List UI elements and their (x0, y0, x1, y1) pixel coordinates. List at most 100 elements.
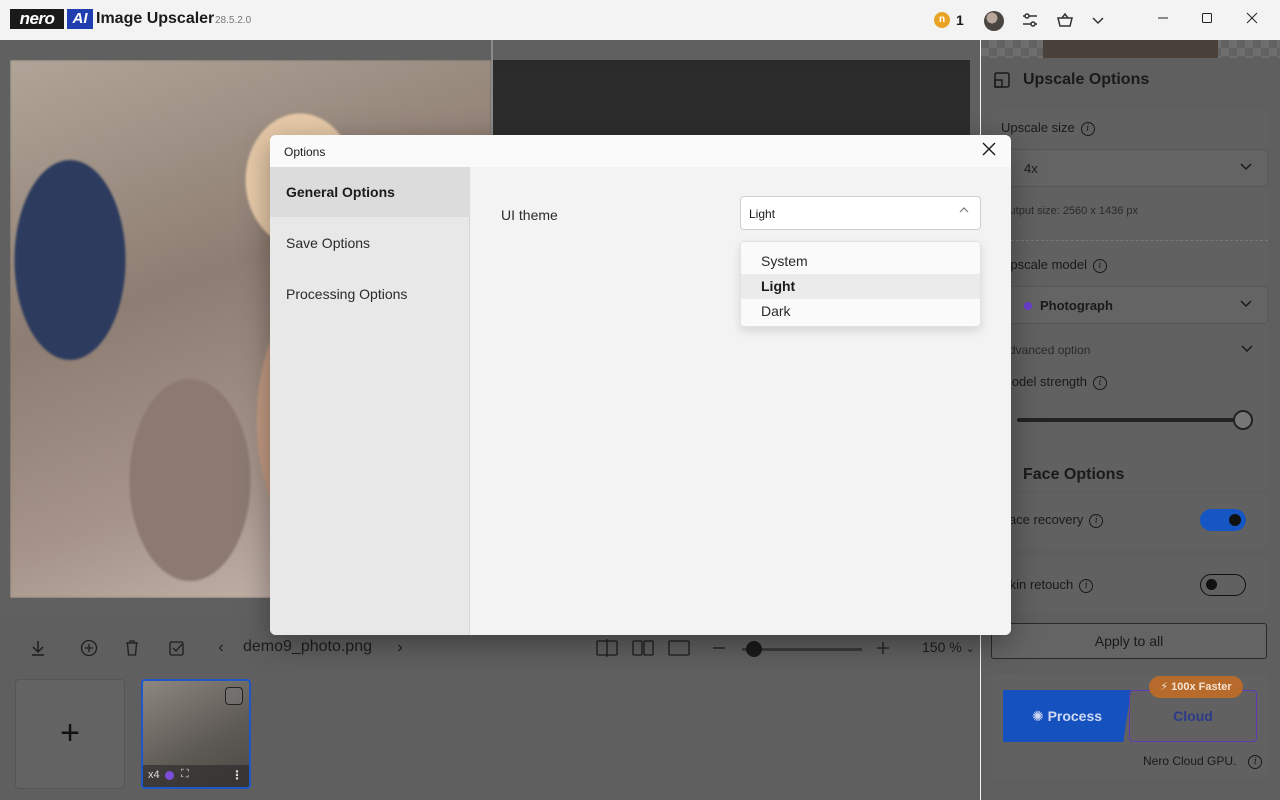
upscale-options-card: Upscale size i 4x Output size: 2560 x 143… (991, 110, 1268, 490)
thumbnail-info-bar: x4 ⛶ ⋮ (143, 765, 249, 787)
options-dialog: Options General Options Save Options Pro… (270, 135, 1011, 635)
chevron-down-icon[interactable] (1089, 11, 1107, 29)
title-bar: nero AI Image Upscaler 28.5.2.0 n 1 (0, 0, 1280, 40)
theme-option-system[interactable]: System (741, 249, 980, 274)
chevron-down-icon[interactable] (1240, 341, 1254, 360)
process-button[interactable]: ✺ Process (1003, 690, 1131, 742)
thumbnail-checkbox[interactable] (225, 687, 243, 705)
dialog-title: Options (284, 145, 326, 159)
credits-badge[interactable]: n 1 (928, 9, 970, 31)
settings-sliders-icon[interactable] (1021, 11, 1039, 29)
face-recovery-card: Face recovery i (991, 493, 1268, 547)
skin-retouch-label: Skin retouch i (1001, 577, 1094, 593)
ui-theme-label: UI theme (501, 207, 558, 223)
upscale-model-select[interactable]: Photograph (1001, 286, 1268, 324)
zoom-slider-thumb[interactable] (746, 641, 762, 657)
skin-retouch-card: Skin retouch i (991, 558, 1268, 612)
single-view-icon[interactable] (668, 638, 690, 658)
mini-preview-image (1043, 40, 1218, 58)
cloud-note: Nero Cloud GPU. i (1143, 754, 1263, 769)
model-strength-label-text: Model strength (1001, 374, 1087, 389)
mini-preview (981, 40, 1280, 58)
model-strength-track[interactable] (1017, 418, 1247, 422)
chevron-down-icon: ⌄ (965, 643, 975, 655)
more-vertical-icon[interactable]: ⋮ (231, 768, 243, 782)
skin-retouch-toggle[interactable] (1200, 574, 1246, 596)
info-icon[interactable]: i (1248, 754, 1263, 769)
ui-theme-value: Light (749, 207, 776, 221)
info-icon[interactable]: i (1089, 513, 1104, 528)
model-dot-icon (1024, 302, 1032, 310)
chevron-up-icon (958, 204, 970, 219)
avatar[interactable] (984, 11, 1004, 31)
info-icon[interactable]: i (1080, 121, 1095, 136)
zoom-out-icon[interactable] (709, 638, 729, 658)
zoom-level-value: 150 % (922, 639, 962, 655)
upscale-size-select[interactable]: 4x (1001, 149, 1268, 187)
prev-image-button[interactable]: ‹ (211, 638, 231, 658)
upscale-model-label: Upscale model i (1001, 257, 1107, 273)
select-all-icon[interactable] (167, 638, 187, 658)
nero-logo: nero (10, 9, 64, 29)
face-recovery-label: Face recovery i (1001, 512, 1104, 528)
right-panel: Upscale Options Upscale size i 4x Output … (981, 40, 1280, 800)
upscale-size-value: 4x (1024, 161, 1038, 176)
resize-icon (993, 71, 1011, 89)
basket-icon[interactable] (1056, 11, 1074, 29)
split-view-icon[interactable] (596, 638, 618, 658)
thumbnail-scale: x4 (148, 769, 160, 781)
face-scan-icon: ⛶ (181, 768, 189, 780)
nav-general-options[interactable]: General Options (270, 167, 470, 217)
divider (1001, 240, 1268, 241)
zoom-in-icon[interactable] (873, 638, 893, 658)
process-card: ✺ Process Cloud ⚡ 100x Faster Nero Cloud… (991, 674, 1268, 778)
close-icon[interactable] (977, 139, 1001, 163)
credit-count: 1 (956, 12, 964, 28)
faster-badge: ⚡ 100x Faster (1149, 676, 1243, 698)
model-strength-thumb[interactable] (1233, 410, 1253, 430)
face-options-title: Face Options (1023, 466, 1125, 483)
trash-icon[interactable] (122, 638, 142, 658)
thumbnail-strip: + x4 ⛶ ⋮ (0, 676, 980, 800)
minimize-button[interactable] (1140, 0, 1186, 40)
add-circle-icon[interactable] (79, 638, 99, 658)
upscale-model-label-text: Upscale model (1001, 257, 1087, 272)
ui-theme-select[interactable]: Light (740, 196, 981, 230)
ai-logo: AI (67, 9, 93, 29)
info-icon[interactable]: i (1093, 375, 1107, 390)
coin-icon: n (934, 12, 950, 28)
skin-retouch-label-text: Skin retouch (1001, 577, 1074, 592)
info-icon[interactable]: i (1079, 578, 1094, 593)
face-recovery-toggle[interactable] (1200, 509, 1246, 531)
theme-option-light[interactable]: Light (741, 274, 980, 299)
image-thumbnail[interactable]: x4 ⛶ ⋮ (141, 679, 251, 789)
face-recovery-label-text: Face recovery (1001, 512, 1084, 527)
current-filename: demo9_photo.png (243, 638, 372, 655)
process-label: Process (1047, 708, 1103, 724)
ui-theme-dropdown: System Light Dark (740, 241, 981, 327)
model-dot-icon (165, 771, 174, 780)
cloud-note-text: Nero Cloud GPU. (1143, 754, 1237, 768)
upscale-size-label: Upscale size i (1001, 120, 1095, 136)
maximize-button[interactable] (1184, 0, 1230, 40)
aperture-icon: ✺ (1031, 708, 1044, 724)
close-window-button[interactable] (1229, 0, 1275, 40)
download-icon[interactable] (28, 638, 48, 658)
theme-option-dark[interactable]: Dark (741, 299, 980, 324)
next-image-button[interactable]: › (390, 638, 410, 658)
upscale-size-label-text: Upscale size (1001, 120, 1075, 135)
advanced-option-toggle[interactable]: Advanced option (1001, 343, 1090, 357)
output-size: Output size: 2560 x 1436 px (1001, 205, 1138, 217)
side-by-side-icon[interactable] (632, 638, 654, 658)
info-icon[interactable]: i (1093, 258, 1107, 273)
app-version: 28.5.2.0 (215, 15, 252, 26)
zoom-level-dropdown[interactable]: 150 % ⌄ (922, 639, 975, 655)
add-image-button[interactable]: + (15, 679, 125, 789)
faster-badge-text: 100x Faster (1171, 681, 1232, 693)
nav-save-options[interactable]: Save Options (270, 218, 470, 268)
upscale-options-title: Upscale Options (1023, 71, 1150, 88)
dialog-header: Options (270, 135, 1011, 167)
apply-to-all-button[interactable]: Apply to all (991, 623, 1267, 659)
nav-processing-options[interactable]: Processing Options (270, 269, 470, 319)
model-strength-label: Model strength i (1001, 374, 1107, 390)
